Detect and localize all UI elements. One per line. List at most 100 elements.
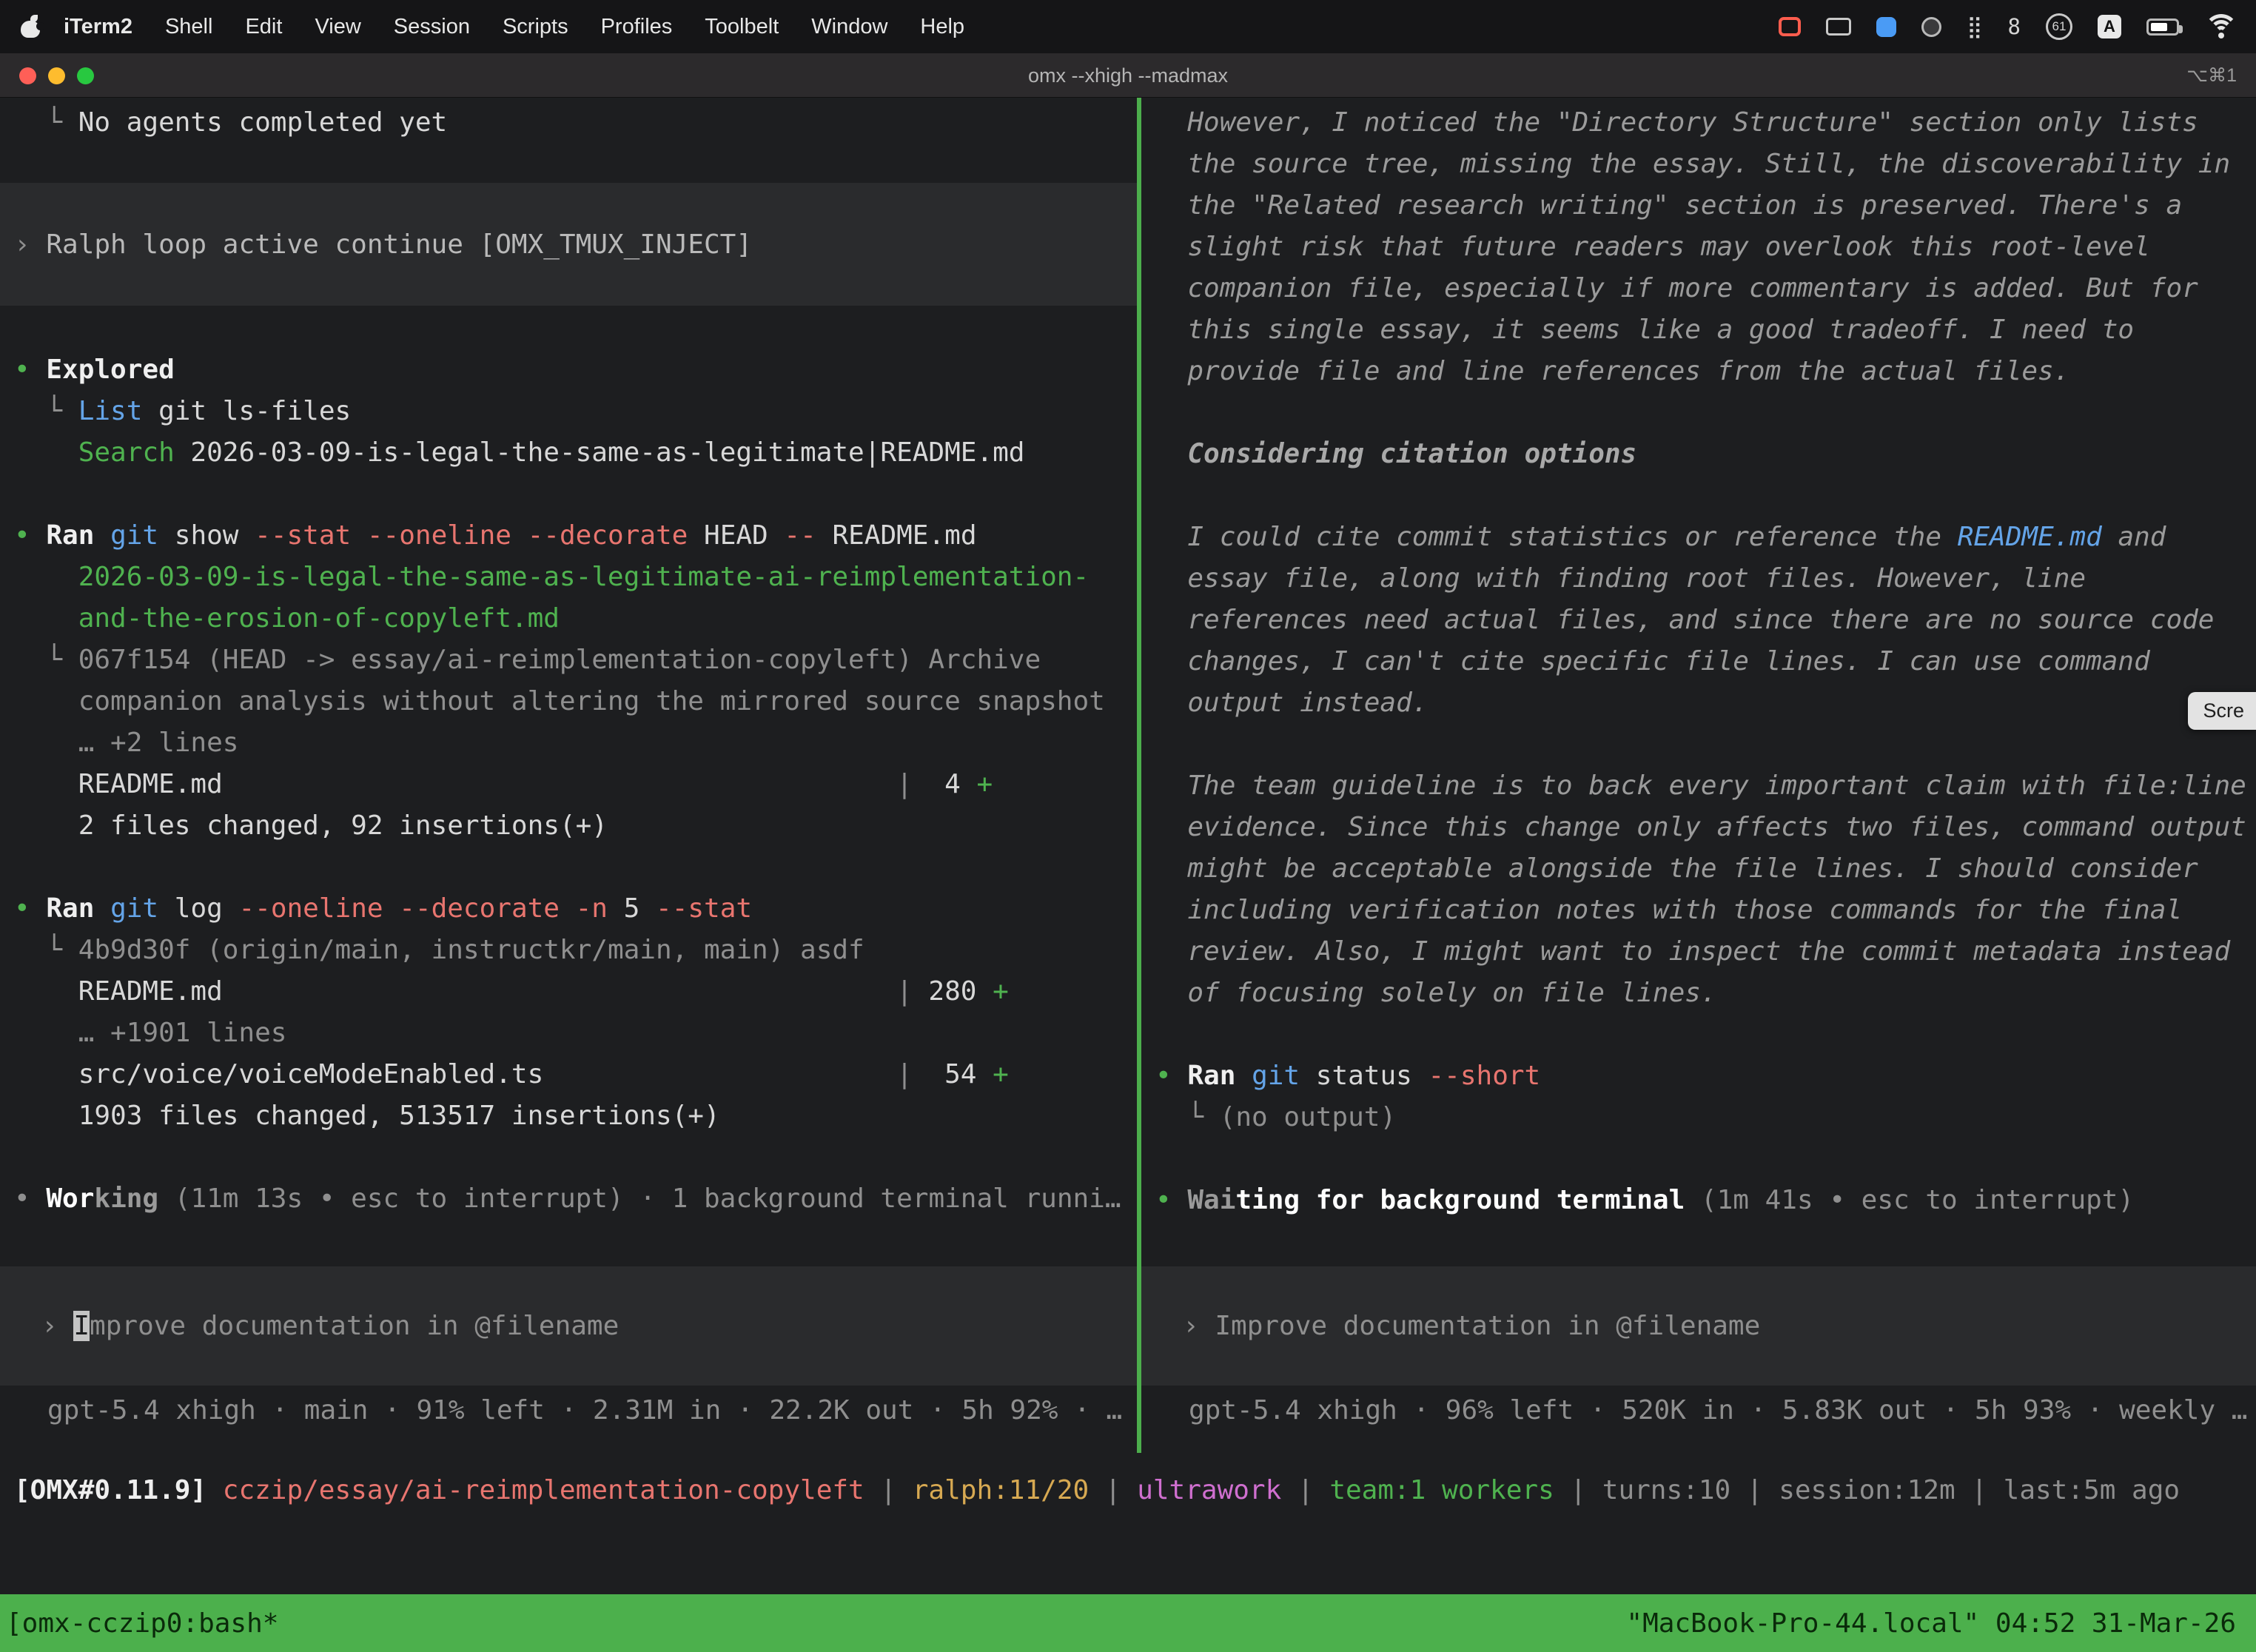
text-segment: show xyxy=(158,520,238,551)
text-segment: (11m 13s • esc to interrupt) · 1 backgro… xyxy=(158,1183,1121,1214)
tmux-shortcut-hint: ⌥⌘1 xyxy=(2186,53,2237,98)
terminal-line: README.md | 280 + xyxy=(0,971,1137,1013)
tmux-status-bar: [omx-cczip0:bash* "MacBook-Pro-44.local"… xyxy=(0,1594,2256,1652)
menu-item-scripts[interactable]: Scripts xyxy=(486,15,585,39)
text-segment: Search xyxy=(78,437,175,468)
tmux-host-clock: "MacBook-Pro-44.local" 04:52 31-Mar-26 xyxy=(1626,1608,2236,1639)
terminal-line: output instead. xyxy=(1141,682,2256,724)
terminal-line xyxy=(1141,1138,2256,1180)
screenshot-tab[interactable]: Scre xyxy=(2188,692,2256,730)
text-segment: | xyxy=(896,976,913,1007)
terminal-line: └ (no output) xyxy=(1141,1097,2256,1138)
terminal: └ No agents completed yet › Ralph loop a… xyxy=(0,98,2256,1652)
text-segment: • xyxy=(14,520,46,551)
text-segment: git xyxy=(110,893,158,924)
terminal-line xyxy=(0,474,1137,515)
text-segment: and xyxy=(2102,522,2166,552)
text-segment: evidence. Since this change only affects… xyxy=(1155,812,2246,842)
terminal-line: provide file and line references from th… xyxy=(1141,351,2256,392)
text-segment: 4 xyxy=(913,769,977,799)
terminal-line: evidence. Since this change only affects… xyxy=(1141,807,2256,848)
text-segment: List xyxy=(78,396,143,426)
right-pane: However, I noticed the "Directory Struct… xyxy=(1141,98,2256,1453)
terminal-line: └ 067f154 (HEAD -> essay/ai-reimplementa… xyxy=(0,639,1137,681)
battery-percentage-badge[interactable]: 61 xyxy=(2046,13,2072,40)
text-segment: ting for background terminal xyxy=(1235,1185,1685,1215)
text-segment: 54 xyxy=(913,1059,993,1089)
terminal-line: └ 4b9d30f (origin/main, instructkr/main,… xyxy=(0,930,1137,971)
input-source-icon[interactable]: A xyxy=(2098,15,2121,38)
menu-item-iterm2[interactable]: iTerm2 xyxy=(47,15,149,39)
menu-item-shell[interactable]: Shell xyxy=(149,15,229,39)
agents-status-line: └ No agents completed yet xyxy=(0,102,1137,144)
text-segment: mprove documentation in @filename xyxy=(90,1311,619,1341)
text-segment: git ls-files xyxy=(142,396,351,426)
text-segment: HEAD xyxy=(688,520,768,551)
left-prompt-input[interactable]: › Improve documentation in @filename xyxy=(0,1266,1137,1386)
text-segment xyxy=(14,437,78,468)
text-segment: README.md xyxy=(816,520,977,551)
text-segment: 067f154 (HEAD -> essay/ai-reimplementati… xyxy=(78,645,1041,675)
keyboard-icon[interactable] xyxy=(1826,18,1851,36)
terminal-line: companion analysis without altering the … xyxy=(0,681,1137,722)
battery-icon[interactable] xyxy=(2146,19,2179,36)
text-segment: and-the-erosion-of-copyleft.md xyxy=(14,603,560,634)
menu-item-edit[interactable]: Edit xyxy=(229,15,298,39)
terminal-line: references need actual files, and since … xyxy=(1141,600,2256,641)
text-segment xyxy=(94,520,110,551)
terminal-line: • Working (11m 13s • esc to interrupt) ·… xyxy=(0,1178,1137,1220)
dark-app-icon[interactable] xyxy=(1921,17,1941,37)
text-segment: | xyxy=(1955,1475,2004,1505)
text-segment: + xyxy=(993,1059,1009,1089)
terminal-line: changes, I can't cite specific file line… xyxy=(1141,641,2256,682)
text-segment: team:1 workers xyxy=(1329,1475,1554,1505)
text-segment: changes, I can't cite specific file line… xyxy=(1155,646,2150,676)
window-title: omx --xhigh --madmax xyxy=(0,53,2256,98)
text-segment: 2026-03-09-is-legal-the-same-as-legitima… xyxy=(175,437,1025,468)
omx-status-bar: [OMX#0.11.9] cczip/essay/ai-reimplementa… xyxy=(0,1470,2256,1511)
terminal-line: slight risk that future readers may over… xyxy=(1141,226,2256,268)
menu-item-help[interactable]: Help xyxy=(904,15,981,39)
input-source-label: A xyxy=(2104,17,2115,36)
launchpad-grid-icon[interactable]: ⣿ xyxy=(1967,16,1982,38)
menu-item-view[interactable]: View xyxy=(298,15,377,39)
text-segment: └ xyxy=(14,396,78,426)
menu-item-session[interactable]: Session xyxy=(377,15,486,39)
apple-menu-icon[interactable] xyxy=(21,16,40,38)
text-segment: the "Related research writing" section i… xyxy=(1155,190,2182,221)
text-segment: README.md xyxy=(14,769,896,799)
wifi-icon[interactable] xyxy=(2204,14,2238,39)
text-segment: [OMX#0.11.9] xyxy=(14,1475,223,1505)
blue-app-icon[interactable] xyxy=(1876,17,1896,37)
menu-item-toolbelt[interactable]: Toolbelt xyxy=(688,15,795,39)
text-segment: ralph:11/20 xyxy=(913,1475,1089,1505)
text-segment: review. Also, I might want to inspect th… xyxy=(1155,936,2230,967)
terminal-line: • Ran git status --short xyxy=(1141,1055,2256,1097)
text-segment: the source tree, missing the essay. Stil… xyxy=(1155,149,2230,179)
right-prompt-input[interactable]: › Improve documentation in @filename xyxy=(1141,1266,2256,1386)
text-segment: | xyxy=(896,769,913,799)
text-segment: output instead. xyxy=(1155,688,1428,718)
menu-item-window[interactable]: Window xyxy=(795,15,904,39)
text-segment: 280 xyxy=(913,976,993,1007)
text-segment: | xyxy=(1730,1475,1779,1505)
stats-icon[interactable]: 8 xyxy=(2008,16,2021,38)
text-segment: 4b9d30f (origin/main, instructkr/main, m… xyxy=(78,935,865,965)
screen-recording-indicator-icon[interactable] xyxy=(1779,17,1801,36)
right-session-status: gpt-5.4 xhigh · 96% left · 520K in · 5.8… xyxy=(1141,1390,2256,1431)
terminal-line: … +1901 lines xyxy=(0,1013,1137,1054)
text-segment: Ran xyxy=(1187,1061,1235,1091)
text-segment: this single essay, it seems like a good … xyxy=(1155,315,2134,345)
terminal-line: However, I noticed the "Directory Struct… xyxy=(1141,102,2256,144)
text-segment: | xyxy=(896,1059,913,1089)
text-segment: └ xyxy=(14,935,78,965)
terminal-line: and-the-erosion-of-copyleft.md xyxy=(0,598,1137,639)
text-segment: • xyxy=(14,893,46,924)
text-segment: king xyxy=(94,1183,158,1214)
text-segment: 2026-03-09-is-legal-the-same-as-legitima… xyxy=(14,562,1089,592)
text-segment: › xyxy=(1183,1311,1215,1341)
text-segment: | xyxy=(865,1475,913,1505)
menu-item-profiles[interactable]: Profiles xyxy=(585,15,689,39)
text-segment: The team guideline is to back every impo… xyxy=(1155,770,2246,801)
text-segment: gpt-5.4 xhigh · main · 91% left · 2.31M … xyxy=(47,1395,1122,1426)
